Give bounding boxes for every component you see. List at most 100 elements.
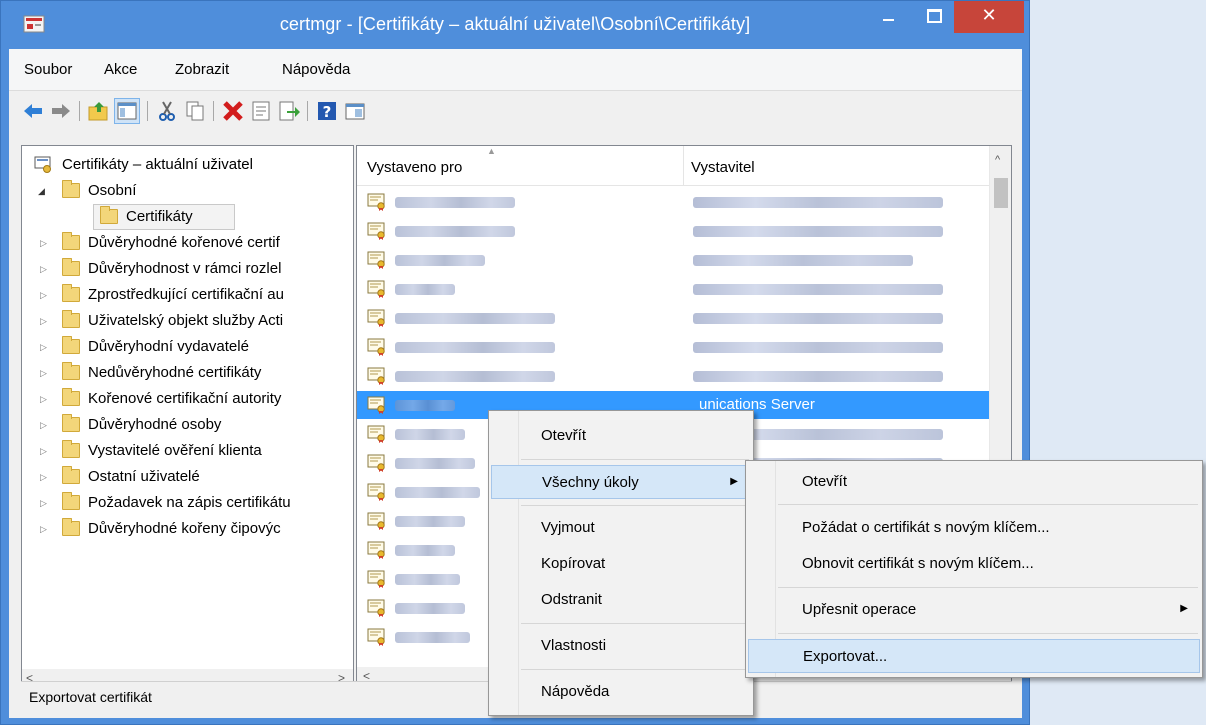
menu-all-tasks[interactable]: Všechny úkoly ▶: [491, 465, 751, 499]
menu-napoveda[interactable]: Nápověda: [282, 61, 350, 78]
certificate-icon: [367, 512, 385, 530]
tree-item[interactable]: ▷ Kořenové certifikační autority: [22, 386, 352, 412]
tree-item[interactable]: ▷ Důvěryhodné kořenové certif: [22, 230, 352, 256]
svg-text:?: ?: [323, 103, 332, 121]
tree-label: Důvěryhodné kořenové certif: [88, 234, 280, 251]
menu-copy[interactable]: Kopírovat: [491, 547, 751, 581]
table-row[interactable]: [357, 362, 991, 390]
toolbar-separator: [147, 101, 148, 121]
column-divider[interactable]: [683, 146, 684, 186]
submenu-renew-new-key[interactable]: Obnovit certifikát s novým klíčem...: [748, 547, 1200, 581]
folder-icon: [100, 206, 118, 224]
obscured-issuer-name: [693, 342, 943, 353]
tree-label: Certifikáty – aktuální uživatel: [62, 156, 253, 173]
menu-help[interactable]: Nápověda: [491, 675, 751, 709]
context-menu: Otevřít Všechny úkoly ▶ Vyjmout Kopírovat…: [488, 410, 754, 716]
menu-label: Odstranit: [541, 591, 602, 608]
delete-icon[interactable]: [221, 99, 245, 123]
submenu-request-new-key[interactable]: Požádat o certifikát s novým klíčem...: [748, 511, 1200, 545]
tree-item[interactable]: ▷ Důvěryhodnost v rámci rozlel: [22, 256, 352, 282]
table-row[interactable]: [357, 246, 991, 274]
certificate-icon: [367, 425, 385, 443]
help-icon[interactable]: ?: [315, 99, 339, 123]
tree-item-root[interactable]: Certifikáty – aktuální uživatel: [22, 152, 352, 178]
cert-store-icon: [34, 156, 51, 173]
tree-label: Důvěryhodné osoby: [88, 416, 222, 433]
expand-triangle-icon[interactable]: ▷: [40, 238, 50, 248]
submenu-arrow-icon: ▶: [730, 476, 738, 487]
table-row[interactable]: [357, 304, 991, 332]
certificate-icon: [367, 628, 385, 646]
column-issued-to[interactable]: Vystaveno pro: [367, 159, 462, 176]
menu-open[interactable]: Otevřít: [491, 419, 751, 453]
menu-akce[interactable]: Akce: [104, 61, 137, 78]
expand-triangle-icon[interactable]: ▷: [40, 524, 50, 534]
submenu-advanced[interactable]: Upřesnit operace ▶: [748, 593, 1200, 627]
up-folder-icon[interactable]: [87, 99, 111, 123]
expand-triangle-icon[interactable]: ▷: [40, 498, 50, 508]
title-bar[interactable]: certmgr - [Certifikáty – aktuální uživat…: [1, 1, 1029, 49]
expand-triangle-icon[interactable]: ▷: [40, 264, 50, 274]
expand-triangle-icon[interactable]: ▷: [40, 420, 50, 430]
expand-triangle-icon[interactable]: ▷: [40, 446, 50, 456]
table-row[interactable]: [357, 217, 991, 245]
tree-label: Uživatelský objekt služby Acti: [88, 312, 284, 329]
tree-item-osobni[interactable]: ◢ Osobní: [22, 178, 352, 204]
tree-item[interactable]: ▷ Uživatelský objekt služby Acti: [22, 308, 352, 334]
menu-properties[interactable]: Vlastnosti: [491, 629, 751, 663]
folder-icon: [62, 518, 80, 536]
tree-item[interactable]: ▷ Požadavek na zápis certifikátu: [22, 490, 352, 516]
expand-triangle-icon[interactable]: ▷: [40, 394, 50, 404]
obscured-subject-name: [395, 284, 455, 295]
certificate-icon: [367, 599, 385, 617]
collapse-triangle-icon[interactable]: ◢: [38, 186, 48, 196]
tree-item[interactable]: ▷ Důvěryhodní vydavatelé: [22, 334, 352, 360]
expand-triangle-icon[interactable]: ▷: [40, 368, 50, 378]
cut-icon[interactable]: [155, 99, 179, 123]
tree-label: Důvěryhodní vydavatelé: [88, 338, 249, 355]
menu-separator: [778, 633, 1198, 634]
table-row[interactable]: [357, 188, 991, 216]
tree-item-certifikaty[interactable]: Certifikáty: [22, 204, 352, 230]
menu-zobrazit[interactable]: Zobrazit: [175, 61, 229, 78]
obscured-subject-name: [395, 313, 555, 324]
back-arrow-icon[interactable]: [21, 99, 45, 123]
menu-delete[interactable]: Odstranit: [491, 583, 751, 617]
certificate-icon: [367, 222, 385, 240]
tree-item[interactable]: ▷ Nedůvěryhodné certifikáty: [22, 360, 352, 386]
copy-icon[interactable]: [183, 99, 207, 123]
tree-label: Důvěryhodnost v rámci rozlel: [88, 260, 282, 277]
tree-item[interactable]: ▷ Vystavitelé ověření klienta: [22, 438, 352, 464]
forward-arrow-icon[interactable]: [49, 99, 73, 123]
show-hide-tree-icon[interactable]: [114, 98, 140, 124]
menu-cut[interactable]: Vyjmout: [491, 511, 751, 545]
table-row[interactable]: [357, 275, 991, 303]
menu-label: Otevřít: [541, 427, 587, 444]
scroll-up-icon[interactable]: ^: [995, 154, 1000, 166]
folder-icon: [62, 362, 80, 380]
scroll-thumb[interactable]: [994, 178, 1008, 208]
minimize-button[interactable]: [874, 1, 904, 33]
table-row[interactable]: [357, 333, 991, 361]
obscured-issuer-name: [693, 197, 943, 208]
tree-item[interactable]: ▷ Zprostředkující certifikační au: [22, 282, 352, 308]
tree-item[interactable]: ▷ Ostatní uživatelé: [22, 464, 352, 490]
close-button[interactable]: ✕: [954, 1, 1024, 33]
expand-triangle-icon[interactable]: ▷: [40, 316, 50, 326]
expand-triangle-icon[interactable]: ▷: [40, 290, 50, 300]
submenu-export[interactable]: Exportovat...: [748, 639, 1200, 673]
tree-item[interactable]: ▷ Důvěryhodné osoby: [22, 412, 352, 438]
certificate-icon: [367, 483, 385, 501]
close-icon: ✕: [981, 5, 997, 25]
submenu-open[interactable]: Otevřít: [748, 465, 1200, 499]
maximize-button[interactable]: [918, 1, 948, 33]
expand-triangle-icon[interactable]: ▷: [40, 342, 50, 352]
tree-label: Ostatní uživatelé: [88, 468, 200, 485]
tree-item[interactable]: ▷ Důvěryhodné kořeny čipovýc: [22, 516, 352, 542]
column-issuer[interactable]: Vystavitel: [691, 159, 755, 176]
console-tree-icon[interactable]: [343, 99, 367, 123]
export-list-icon[interactable]: [277, 99, 301, 123]
properties-icon[interactable]: [249, 99, 273, 123]
expand-triangle-icon[interactable]: ▷: [40, 472, 50, 482]
menu-soubor[interactable]: Soubor: [24, 61, 72, 78]
